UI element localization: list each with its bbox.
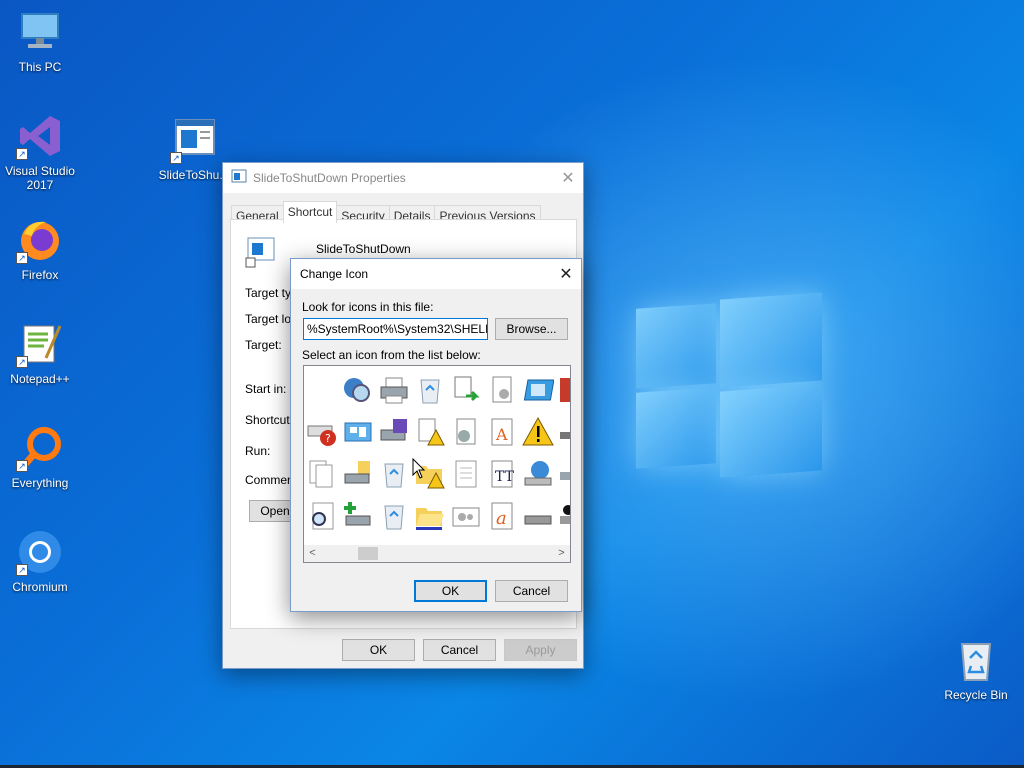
icon-list-horizontal-scrollbar[interactable]: < > <box>304 545 570 562</box>
printer-small-icon[interactable] <box>556 456 570 492</box>
printer-folder-icon[interactable] <box>340 456 376 492</box>
desktop-icon-notepadpp[interactable]: ↗ Notepad++ <box>0 320 80 386</box>
help-drive-icon[interactable]: ? <box>304 414 340 450</box>
red-book-icon[interactable] <box>556 372 570 408</box>
gear-file-icon[interactable] <box>448 414 484 450</box>
search-file-icon[interactable] <box>304 498 340 534</box>
icon-file-input[interactable]: %SystemRoot%\System32\SHELL32 <box>303 318 488 340</box>
change-icon-ok-button[interactable]: OK <box>414 580 487 602</box>
close-icon[interactable]: ✕ <box>551 264 581 284</box>
chromium-icon: ↗ <box>16 528 64 576</box>
computer-icon <box>16 8 64 56</box>
print-save-icon[interactable] <box>376 414 412 450</box>
desktop-icon-firefox[interactable]: ↗ Firefox <box>0 216 80 282</box>
svg-text:TT: TT <box>495 469 515 485</box>
svg-text:?: ? <box>325 432 331 445</box>
window-app-icon <box>231 169 247 188</box>
change-icon-cancel-button[interactable]: Cancel <box>495 580 568 602</box>
properties-titlebar[interactable]: SlideToShutDown Properties ✕ <box>223 163 583 193</box>
windows-logo-wallpaper <box>636 290 822 480</box>
start-in-label: Start in: <box>245 382 287 396</box>
font-file-icon[interactable]: A <box>484 414 520 450</box>
recycle-bin-full-icon[interactable] <box>376 456 412 492</box>
properties-title: SlideToShutDown Properties <box>253 171 406 185</box>
notepadpp-icon: ↗ <box>16 320 64 368</box>
desktop-icon-this-pc[interactable]: This PC <box>0 8 80 74</box>
checked-drive-icon[interactable] <box>556 498 570 534</box>
desktop-icon-label: Chromium <box>12 580 68 594</box>
properties-ok-button[interactable]: OK <box>342 639 415 661</box>
run-label: Run: <box>245 444 271 458</box>
text-file-icon[interactable] <box>448 456 484 492</box>
scrollbar-thumb[interactable] <box>358 547 378 560</box>
drive-icon[interactable] <box>556 414 570 450</box>
search-network-icon[interactable] <box>340 372 376 408</box>
desktop-icon-label: Everything <box>11 476 69 490</box>
change-icon-title: Change Icon <box>300 267 369 281</box>
svg-text:A: A <box>495 425 508 444</box>
mouse-cursor-icon <box>412 457 426 483</box>
copy-files-icon[interactable] <box>304 456 340 492</box>
printer-icon[interactable] <box>376 372 412 408</box>
browse-button[interactable]: Browse... <box>495 318 568 340</box>
open-folder-icon[interactable] <box>412 498 448 534</box>
removable-drive-icon[interactable] <box>520 498 556 534</box>
properties-tabs: General Shortcut Security Details Previo… <box>223 193 583 223</box>
control-panel-icon[interactable] <box>448 498 484 534</box>
properties-cancel-button[interactable]: Cancel <box>423 639 496 661</box>
desktop-icon-everything[interactable]: ↗ Everything <box>0 424 80 490</box>
desktop-icon-label: Recycle Bin <box>944 688 1008 702</box>
shortcut-name: SlideToShutDown <box>316 242 411 256</box>
tab-shortcut[interactable]: Shortcut <box>282 201 338 223</box>
recycle-bin-icon <box>952 636 1000 684</box>
file-label: Look for icons in this file: <box>302 300 434 314</box>
properties-apply-button[interactable]: Apply <box>504 639 577 661</box>
recycle-bin-empty-icon[interactable] <box>376 498 412 534</box>
scroll-right-icon[interactable]: > <box>553 545 570 562</box>
desktop-icon-label: Notepad++ <box>10 372 70 386</box>
add-printer-icon[interactable] <box>340 498 376 534</box>
icon-list-label: Select an icon from the list below: <box>302 348 481 362</box>
magnifier-icon: ↗ <box>16 424 64 472</box>
scroll-left-icon[interactable]: < <box>304 545 321 562</box>
recycle-bin-icon[interactable] <box>412 372 448 408</box>
desktop-icon-label: This PC <box>18 60 62 74</box>
settings-file-icon[interactable] <box>484 372 520 408</box>
desktop-icon-label: Firefox <box>21 268 59 282</box>
desktop-icon-recycle-bin[interactable]: Recycle Bin <box>936 636 1016 702</box>
window-frame-icon[interactable] <box>520 372 556 408</box>
desktop-icon-visual-studio[interactable]: ↗ Visual Studio 2017 <box>0 112 80 192</box>
warning-icon[interactable] <box>520 414 556 450</box>
window-app-icon: ↗ <box>170 116 218 164</box>
visual-studio-icon: ↗ <box>16 112 64 160</box>
desktop-display-icon[interactable] <box>340 414 376 450</box>
svg-text:a: a <box>496 508 507 529</box>
network-drive-icon[interactable] <box>520 456 556 492</box>
truetype-font-icon[interactable]: TT <box>484 456 520 492</box>
firefox-icon: ↗ <box>16 216 64 264</box>
icon-list[interactable]: ? A TT a < > <box>303 365 571 563</box>
font-italic-icon[interactable]: a <box>484 498 520 534</box>
close-icon[interactable]: ✕ <box>553 168 583 188</box>
desktop-icon-chromium[interactable]: ↗ Chromium <box>0 528 80 594</box>
shortcut-file-icon <box>245 236 277 271</box>
target-label: Target: <box>245 338 282 352</box>
file-warning-icon[interactable] <box>412 414 448 450</box>
desktop-icon-label: Visual Studio 2017 <box>5 164 75 192</box>
move-file-icon[interactable] <box>448 372 484 408</box>
change-icon-titlebar[interactable]: Change Icon ✕ <box>291 259 581 289</box>
change-icon-dialog: Change Icon ✕ Look for icons in this fil… <box>290 258 582 612</box>
